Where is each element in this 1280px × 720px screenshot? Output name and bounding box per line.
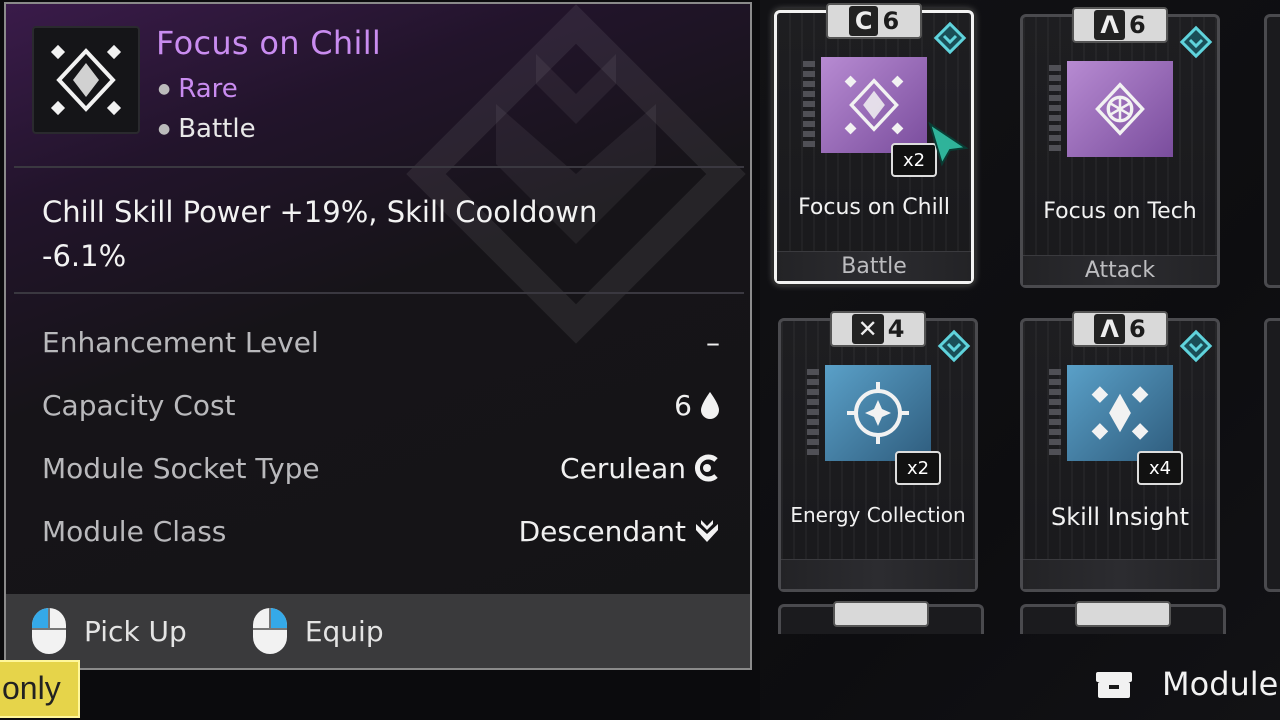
module-image <box>825 365 931 461</box>
module-type-label <box>781 559 975 589</box>
module-count-badge: x2 <box>895 451 941 485</box>
module-inventory-button[interactable]: Module <box>1094 662 1278 706</box>
focus-on-chill-icon <box>844 75 904 135</box>
stat-value: – <box>706 326 720 359</box>
stat-value: Descendant <box>519 515 720 548</box>
capacity-cost: 6 <box>1128 315 1146 343</box>
energy-collection-icon <box>847 382 909 444</box>
pick-up-action[interactable]: Pick Up <box>32 608 187 654</box>
stat-label: Enhancement Level <box>42 325 319 359</box>
stat-module-class: Module Class Descendant <box>42 511 720 551</box>
module-description: Chill Skill Power +19%, Skill Cooldown -… <box>42 195 598 273</box>
module-tooltip: Focus on Chill ● Rare ● Battle Chill Ski… <box>4 2 752 670</box>
stat-value-text: Descendant <box>518 514 686 548</box>
rarity-diamond-icon <box>937 329 971 363</box>
focus-on-chill-icon <box>50 44 122 116</box>
rarity-diamond-icon <box>1179 25 1213 59</box>
stat-value-text: 6 <box>674 388 692 422</box>
xantic-socket-icon: ✕ <box>851 314 884 344</box>
capacity-cost: 6 <box>1128 11 1146 39</box>
module-count-badge: x4 <box>1137 451 1183 485</box>
module-tag: ● Battle <box>158 114 256 144</box>
stat-label: Module Socket Type <box>42 451 320 485</box>
almandine-socket-icon: Λ <box>1094 10 1125 40</box>
divider <box>14 292 744 294</box>
module-card-energy-collection[interactable]: ✕ 4 x2 Energy Collection <box>778 311 978 592</box>
capacity-cost-tab: ✕ 4 <box>830 311 926 347</box>
module-label: Module <box>1162 665 1279 703</box>
module-image <box>1067 61 1173 157</box>
stat-capacity-cost: Capacity Cost 6 <box>42 385 720 425</box>
cerulean-socket-icon: C <box>848 6 879 36</box>
stat-value-text: Cerulean <box>560 451 686 485</box>
capacity-cost-tab: Λ 6 <box>1072 7 1168 43</box>
stat-enhancement-level: Enhancement Level – <box>42 322 720 362</box>
capacity-cost-tab: C 6 <box>826 3 922 39</box>
module-card-skill-insight[interactable]: Λ 6 x4 Skill Insight <box>1020 311 1220 592</box>
stat-value: Cerulean <box>560 452 720 485</box>
module-name: Energy Collection <box>790 503 966 527</box>
capacity-cost-tab <box>833 601 929 627</box>
mouse-right-icon <box>252 608 287 654</box>
module-image <box>1067 365 1173 461</box>
module-card-partial[interactable] <box>778 601 984 634</box>
mouse-cursor-icon <box>928 122 969 167</box>
descendant-class-icon <box>696 520 718 542</box>
capacity-cost-tab: Λ 6 <box>1072 311 1168 347</box>
tooltip-actions: Pick Up Equip <box>6 594 750 668</box>
stat-label: Capacity Cost <box>42 388 236 422</box>
module-rarity: ● Rare <box>158 74 238 104</box>
stat-socket-type: Module Socket Type Cerulean <box>42 448 720 488</box>
stat-label: Module Class <box>42 514 227 548</box>
mouse-left-icon <box>32 608 66 654</box>
focus-on-tech-icon <box>1095 82 1145 136</box>
skill-insight-icon <box>1091 386 1149 440</box>
drop-icon <box>701 392 719 419</box>
bullet-icon: ● <box>158 81 171 97</box>
module-type-label <box>1023 559 1217 589</box>
equip-label: Equip <box>304 614 384 648</box>
module-card-partial[interactable] <box>1264 14 1280 288</box>
module-name: Focus on Chill <box>798 195 950 220</box>
module-image <box>821 57 927 153</box>
filter-only-toggle[interactable]: only <box>0 660 80 718</box>
equip-action[interactable]: Equip <box>252 608 384 654</box>
bullet-icon: ● <box>158 121 171 137</box>
module-type-label: Battle <box>777 251 971 281</box>
module-image <box>32 26 140 134</box>
module-card-focus-on-tech[interactable]: Λ 6 Focus on Tech Attack <box>1020 7 1220 288</box>
tag-label: Battle <box>178 114 256 144</box>
module-name: Skill Insight <box>1050 503 1190 531</box>
capacity-cost-tab <box>1075 601 1171 627</box>
rarity-label: Rare <box>178 74 238 104</box>
tooltip-header: Focus on Chill ● Rare ● Battle <box>6 4 750 166</box>
pick-up-label: Pick Up <box>84 614 187 648</box>
inventory-box-icon <box>1096 672 1132 698</box>
module-card-partial[interactable] <box>1020 601 1226 634</box>
module-title: Focus on Chill <box>156 24 382 62</box>
capacity-cost: 6 <box>882 7 900 35</box>
module-name: Focus on Tech <box>1043 199 1197 224</box>
divider <box>14 166 744 168</box>
rarity-diamond-icon <box>933 21 967 55</box>
capacity-cost: 4 <box>887 315 905 343</box>
rarity-diamond-icon <box>1179 329 1213 363</box>
almandine-socket-icon: Λ <box>1094 314 1125 344</box>
stat-value-text: – <box>706 325 720 359</box>
stat-value: 6 <box>674 389 720 422</box>
module-card-partial[interactable] <box>1264 318 1280 592</box>
cerulean-socket-icon <box>695 454 718 482</box>
module-type-label: Attack <box>1023 255 1217 285</box>
